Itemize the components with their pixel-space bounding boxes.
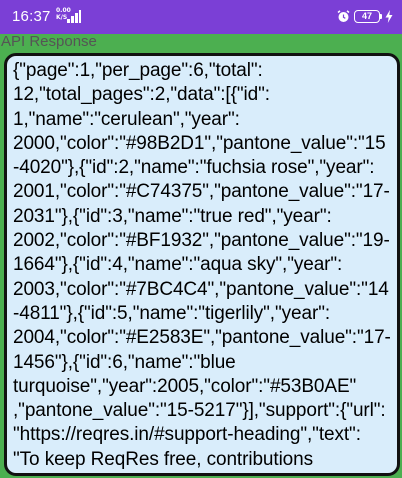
content-area: {"page":1,"per_page":6,"total": 12,"tota… <box>0 50 402 478</box>
battery-icon: 47 <box>354 10 380 23</box>
response-box: {"page":1,"per_page":6,"total": 12,"tota… <box>4 53 400 476</box>
status-time: 16:37 <box>12 8 51 25</box>
app-bar: API Response <box>0 33 402 50</box>
status-bar: 16:37 0.00 K/S 47 <box>0 0 402 34</box>
app-title: API Response <box>1 33 97 50</box>
signal-icon <box>67 10 81 23</box>
alarm-icon <box>337 10 350 22</box>
battery-tip <box>380 14 382 19</box>
response-text: {"page":1,"per_page":6,"total": 12,"tota… <box>13 60 391 470</box>
charging-icon <box>385 10 393 23</box>
